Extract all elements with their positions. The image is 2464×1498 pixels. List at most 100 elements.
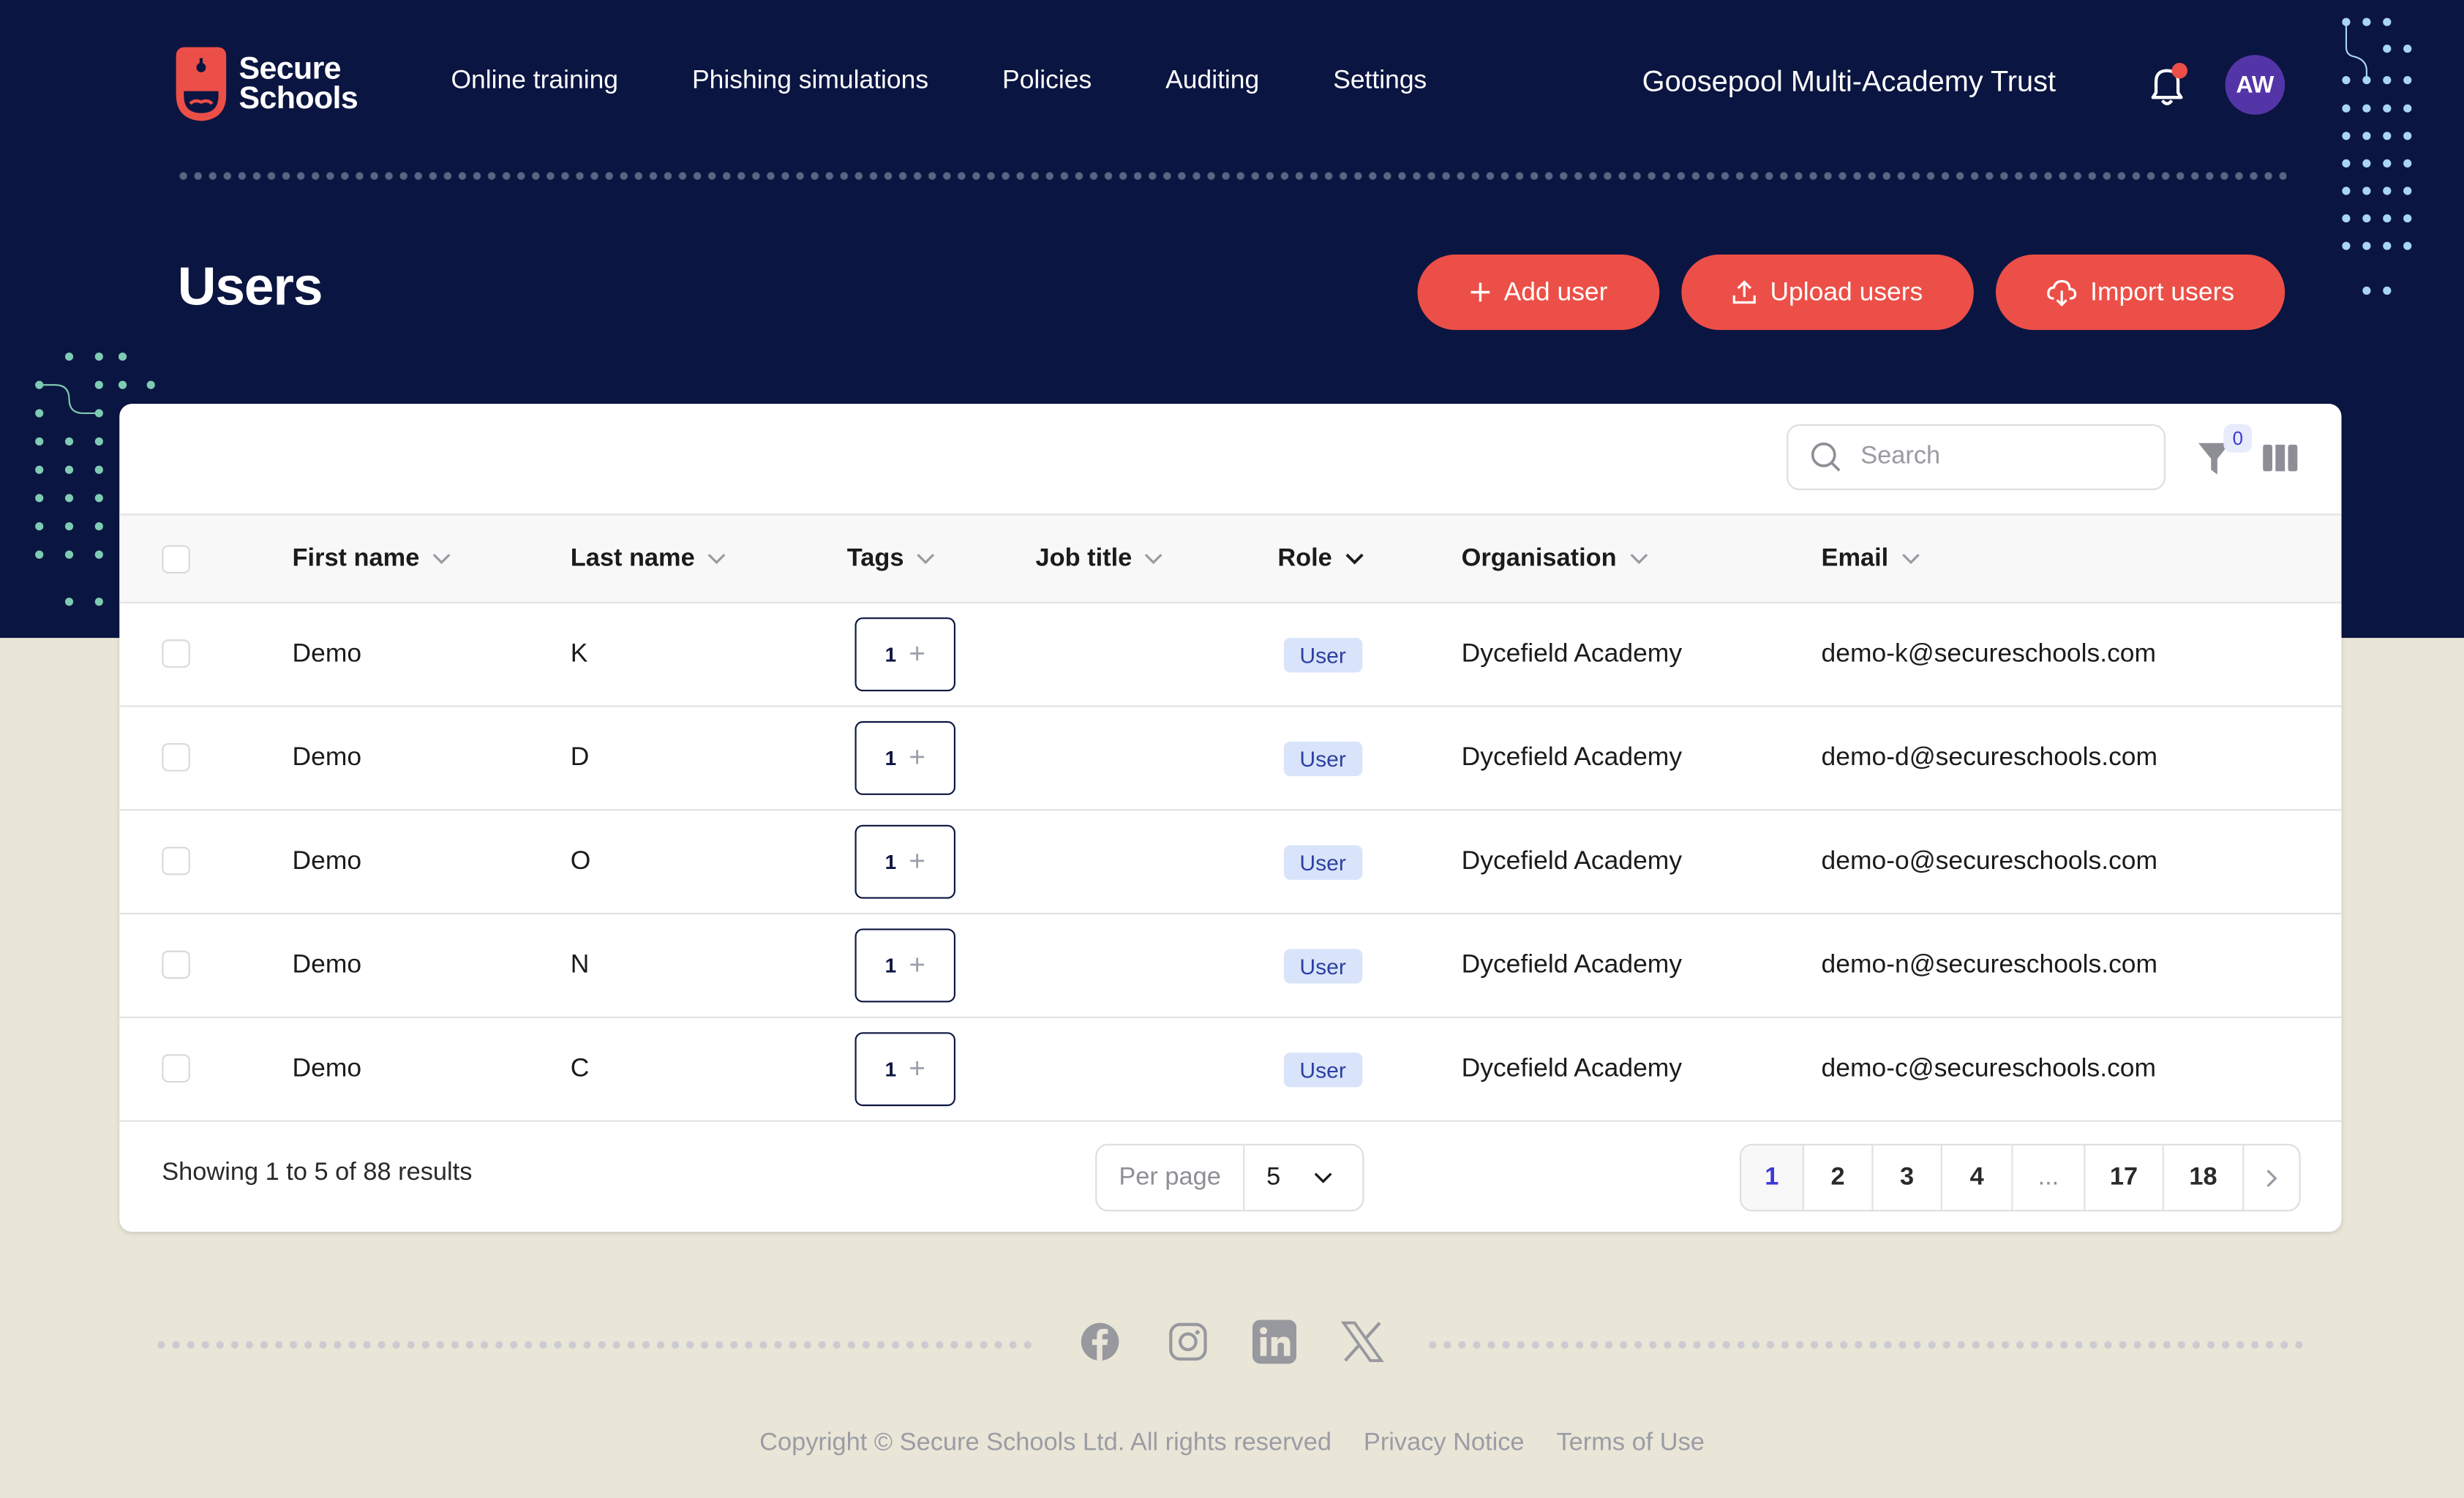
footer-divider-dots (154, 1340, 1037, 1350)
cell-organisation: Dycefield Academy (1461, 639, 1683, 668)
table-row[interactable]: Demo D 1 + User Dycefield Academy demo-d@secur… (119, 707, 2342, 811)
column-header-tags[interactable]: Tags (847, 516, 936, 602)
chevron-down-icon (1345, 552, 1363, 564)
role-badge: User (1283, 1053, 1362, 1088)
column-label: Last name (570, 544, 695, 571)
table-row[interactable]: Demo C 1 + User Dycefield Academy demo-c@secur… (119, 1018, 2342, 1122)
nav-online-training[interactable]: Online training (451, 66, 618, 96)
select-all-checkbox[interactable] (162, 545, 190, 574)
tags-button[interactable]: 1 + (854, 720, 955, 795)
cell-last-name: C (570, 1054, 590, 1083)
logo[interactable]: Secure Schools (176, 47, 358, 122)
import-users-label: Import users (2090, 277, 2235, 306)
tags-button[interactable]: 1 + (854, 1032, 955, 1107)
row-checkbox[interactable] (162, 846, 190, 876)
table-row[interactable]: Demo N 1 + User Dycefield Academy demo-n@secur… (119, 914, 2342, 1018)
cell-organisation: Dycefield Academy (1461, 846, 1683, 876)
next-page-button[interactable] (2244, 1145, 2299, 1210)
page-18[interactable]: 18 (2164, 1145, 2245, 1210)
tag-count: 1 (884, 953, 897, 978)
search-field[interactable] (1787, 424, 2166, 491)
import-users-button[interactable]: Import users (1995, 254, 2285, 331)
cell-last-name: K (570, 639, 588, 668)
cell-first-name: Demo (292, 846, 362, 876)
tag-count: 1 (884, 1057, 897, 1081)
main-nav: Online training Phishing simulations Pol… (451, 66, 1500, 96)
cell-organisation: Dycefield Academy (1461, 1054, 1683, 1083)
upload-icon (1733, 280, 1757, 304)
columns-icon[interactable] (2263, 444, 2298, 472)
filter-count-badge: 0 (2223, 424, 2253, 453)
role-badge: User (1283, 741, 1362, 777)
chevron-down-icon (917, 553, 935, 564)
search-icon (1811, 442, 1841, 472)
row-checkbox[interactable] (162, 950, 190, 979)
footer-links: Copyright © Secure Schools Ltd. All righ… (0, 1430, 2464, 1459)
page-ellipsis: ... (2013, 1145, 2086, 1210)
role-badge: User (1283, 638, 1362, 673)
cell-email: demo-k@secureschools.com (1821, 639, 2157, 668)
chevron-down-icon (1145, 553, 1163, 564)
table-row[interactable]: Demo K 1 + User Dycefield Academy demo-k@secur… (119, 603, 2342, 707)
chevron-down-icon (707, 553, 726, 564)
decorative-dots-icon (2342, 18, 2412, 295)
pagination: 1 2 3 4 ... 17 18 (1739, 1143, 2301, 1212)
page-2[interactable]: 2 (1804, 1145, 1874, 1210)
plus-icon: + (909, 949, 925, 981)
privacy-notice-link[interactable]: Privacy Notice (1364, 1430, 1525, 1457)
page-17[interactable]: 17 (2085, 1145, 2164, 1210)
cell-first-name: Demo (292, 743, 362, 772)
linkedin-icon[interactable] (1252, 1320, 1297, 1364)
x-icon[interactable] (1340, 1320, 1384, 1363)
notification-bell-icon[interactable] (2146, 62, 2188, 107)
page-4[interactable]: 4 (1942, 1145, 2013, 1210)
column-header-organisation[interactable]: Organisation (1462, 516, 1648, 602)
role-badge: User (1283, 949, 1362, 984)
row-checkbox[interactable] (162, 743, 190, 772)
page-title: Users (177, 257, 323, 317)
nav-policies[interactable]: Policies (1002, 66, 1092, 96)
column-header-last-name[interactable]: Last name (571, 516, 726, 602)
page-1[interactable]: 1 (1740, 1145, 1804, 1210)
upload-users-label: Upload users (1770, 277, 1923, 306)
results-summary: Showing 1 to 5 of 88 results (162, 1159, 473, 1186)
divider-dots (176, 171, 2287, 181)
plus-icon: + (909, 638, 925, 670)
logo-text-line1: Secure (238, 51, 341, 87)
search-input[interactable] (1857, 441, 2131, 473)
table-row[interactable]: Demo O 1 + User Dycefield Academy demo-o@secur… (119, 810, 2342, 915)
page-3[interactable]: 3 (1873, 1145, 1942, 1210)
per-page-label: Per page (1097, 1145, 1245, 1210)
column-label: Organisation (1461, 544, 1617, 571)
per-page-select[interactable]: Per page 5 (1095, 1143, 1364, 1212)
facebook-icon[interactable] (1078, 1320, 1122, 1363)
instagram-icon[interactable] (1166, 1320, 1210, 1363)
column-header-role[interactable]: Role (1277, 516, 1363, 602)
column-header-job-title[interactable]: Job title (1036, 516, 1164, 602)
tag-count: 1 (884, 850, 897, 874)
tags-button[interactable]: 1 + (854, 928, 955, 1003)
column-header-email[interactable]: Email (1822, 516, 1920, 602)
organisation-name[interactable]: Goosepool Multi-Academy Trust (1642, 64, 2056, 99)
nav-phishing-simulations[interactable]: Phishing simulations (692, 66, 928, 96)
add-user-button[interactable]: Add user (1417, 254, 1660, 331)
cell-last-name: N (570, 950, 590, 979)
row-checkbox[interactable] (162, 1054, 190, 1083)
terms-of-use-link[interactable]: Terms of Use (1556, 1430, 1704, 1457)
nav-settings[interactable]: Settings (1333, 66, 1427, 96)
row-checkbox[interactable] (162, 639, 190, 668)
tags-button[interactable]: 1 + (854, 617, 955, 692)
cell-last-name: O (570, 846, 591, 876)
column-label: Email (1821, 544, 1889, 571)
user-avatar[interactable]: AW (2225, 55, 2285, 115)
tag-count: 1 (884, 746, 897, 770)
cell-first-name: Demo (292, 1054, 362, 1083)
cell-email: demo-d@secureschools.com (1821, 743, 2158, 772)
plus-icon (1470, 282, 1490, 302)
upload-users-button[interactable]: Upload users (1681, 254, 1974, 331)
column-header-first-name[interactable]: First name (293, 516, 451, 602)
nav-auditing[interactable]: Auditing (1165, 66, 1259, 96)
column-label: First name (292, 544, 420, 571)
tags-button[interactable]: 1 + (854, 824, 955, 899)
chevron-down-icon (1314, 1172, 1332, 1183)
